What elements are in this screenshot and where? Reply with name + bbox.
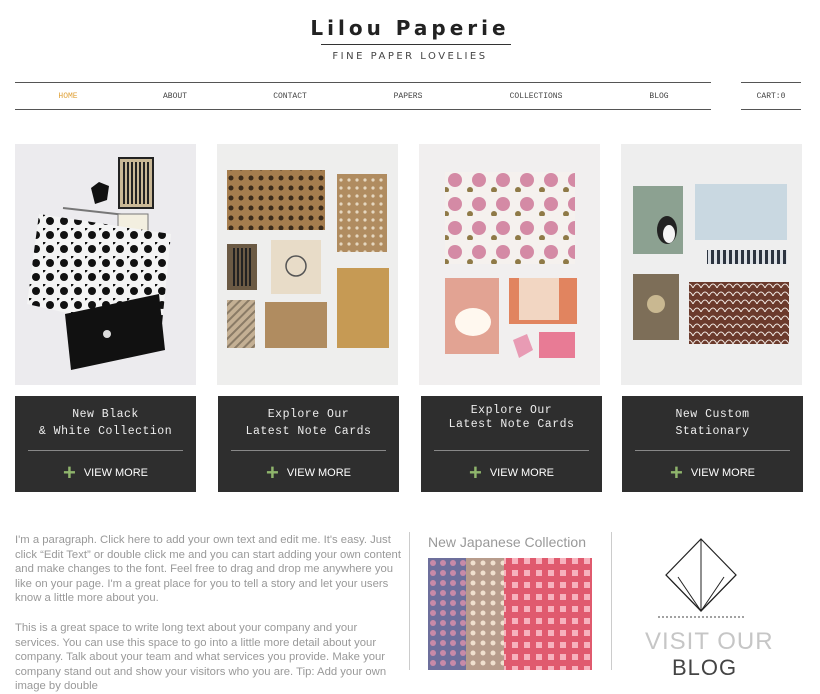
card-title-line1: New Black xyxy=(72,408,139,421)
about-paragraph-1[interactable]: I'm a paragraph. Click here to add your … xyxy=(15,533,403,606)
plus-icon: + xyxy=(62,460,76,485)
card-title: New Black & White Collection xyxy=(15,406,196,440)
card-divider xyxy=(635,450,790,451)
view-more-button[interactable]: + VIEW MORE xyxy=(218,460,399,486)
plus-icon: + xyxy=(265,460,279,485)
visit-blog-link-2[interactable]: BLOG xyxy=(672,655,737,681)
card-divider xyxy=(231,450,386,451)
main-nav: HOME ABOUT CONTACT PAPERS COLLECTIONS BL… xyxy=(15,82,711,110)
card-title: New Custom Stationary xyxy=(622,406,803,440)
collection-card-bw: New Black & White Collection + VIEW MORE xyxy=(15,396,196,492)
view-more-button[interactable]: + VIEW MORE xyxy=(622,460,803,486)
card-title-line2: Latest Note Cards xyxy=(245,425,372,438)
card-title-line2: Stationary xyxy=(675,425,750,438)
collection-photo-bw[interactable] xyxy=(15,144,196,385)
view-more-button[interactable]: + VIEW MORE xyxy=(421,460,602,486)
collection-card-floral: Explore Our Latest Note Cards + VIEW MORE xyxy=(421,396,602,492)
collection-card-kraft: Explore Our Latest Note Cards + VIEW MORE xyxy=(218,396,399,492)
plus-icon: + xyxy=(669,460,683,485)
view-more-label: VIEW MORE xyxy=(489,467,555,479)
collection-photo-kraft[interactable] xyxy=(217,144,398,385)
nav-item-blog[interactable]: BLOG xyxy=(614,92,704,101)
about-paragraph-2[interactable]: This is a great space to write long text… xyxy=(15,621,403,694)
card-title-line2: Latest Note Cards xyxy=(448,418,575,431)
origami-crane-icon[interactable] xyxy=(658,537,744,619)
nav-item-collections[interactable]: COLLECTIONS xyxy=(491,92,581,101)
nav-item-home[interactable]: HOME xyxy=(23,92,113,101)
nav-item-papers[interactable]: PAPERS xyxy=(363,92,453,101)
site-brand[interactable]: Lilou Paperie xyxy=(0,16,820,40)
collection-card-stationary: New Custom Stationary + VIEW MORE xyxy=(622,396,803,492)
collection-photo-stationary[interactable] xyxy=(621,144,802,385)
card-title-line2: & White Collection xyxy=(38,425,173,438)
nav-item-contact[interactable]: CONTACT xyxy=(245,92,335,101)
view-more-label: VIEW MORE xyxy=(286,467,352,479)
plus-icon: + xyxy=(468,460,482,485)
cart-button[interactable]: CART:0 xyxy=(741,82,801,110)
card-title-line1: Explore Our xyxy=(470,404,553,417)
card-title: Explore Our Latest Note Cards xyxy=(421,404,602,432)
card-title: Explore Our Latest Note Cards xyxy=(218,406,399,440)
column-divider xyxy=(409,532,410,670)
visit-blog-link[interactable]: VISIT OUR xyxy=(645,628,774,656)
card-title-line1: New Custom xyxy=(675,408,750,421)
japanese-collection-image[interactable] xyxy=(428,558,592,670)
card-divider xyxy=(434,450,589,451)
site-tagline: FINE PAPER LOVELIES xyxy=(332,51,488,62)
nav-item-about[interactable]: ABOUT xyxy=(130,92,220,101)
view-more-label: VIEW MORE xyxy=(690,467,756,479)
card-divider xyxy=(28,450,183,451)
card-title-line1: Explore Our xyxy=(267,408,350,421)
japanese-collection-title[interactable]: New Japanese Collection xyxy=(428,534,586,550)
brand-divider xyxy=(321,44,511,45)
view-more-button[interactable]: + VIEW MORE xyxy=(15,460,196,486)
collection-photo-floral[interactable] xyxy=(419,144,600,385)
view-more-label: VIEW MORE xyxy=(83,467,149,479)
column-divider xyxy=(611,532,612,670)
